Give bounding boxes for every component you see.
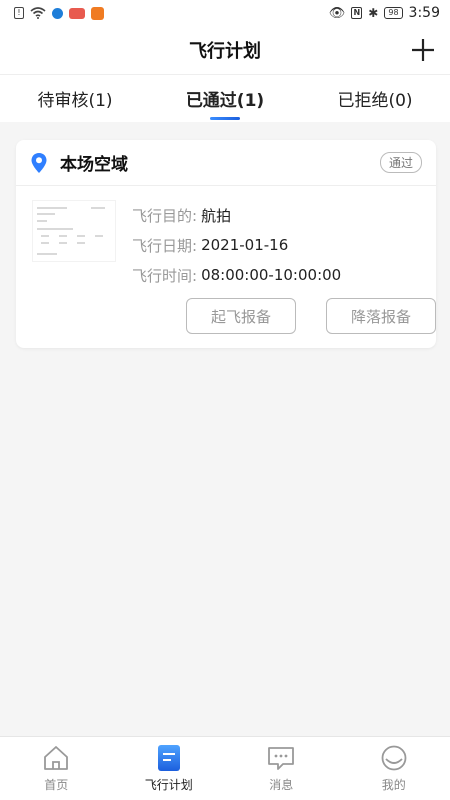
time-row: 飞行时间: 08:00:00-10:00:00 [132, 260, 341, 290]
notification-app-icon [69, 7, 85, 19]
add-plan-button[interactable] [408, 35, 438, 65]
takeoff-report-button[interactable]: 起飞报备 [186, 298, 296, 334]
nav-label: 首页 [44, 778, 69, 792]
purpose-row: 飞行目的: 航拍 [132, 200, 341, 230]
tab-label: 已通过(1) [185, 91, 265, 111]
date-label: 飞行日期: [132, 236, 198, 255]
battery-icon: 98 [384, 7, 403, 19]
card-body: 飞行目的: 航拍 飞行日期: 2021-01-16 飞行时间: 08:00:00… [16, 186, 436, 348]
nav-flight-plan[interactable]: 飞行计划 [113, 737, 226, 800]
plus-icon [412, 39, 434, 61]
tab-pending[interactable]: 待审核(1) [0, 75, 150, 122]
nav-messages[interactable]: 消息 [225, 737, 338, 800]
status-bar: ! 👁 N ✱ 98 3:59 [0, 0, 450, 26]
location-pin-icon [31, 152, 47, 173]
wifi-icon [30, 7, 46, 19]
home-icon [44, 746, 69, 770]
bottom-navigation: 首页 飞行计划 消息 我的 [0, 736, 450, 800]
nav-label: 飞行计划 [144, 778, 193, 792]
status-bar-right: 👁 N ✱ 98 3:59 [329, 5, 440, 21]
flight-plan-icon [157, 745, 180, 771]
purpose-value: 航拍 [201, 206, 232, 225]
nav-label: 我的 [381, 778, 406, 792]
clock: 3:59 [408, 5, 440, 21]
plan-thumbnail-image [32, 200, 116, 262]
message-icon [268, 747, 295, 770]
sim-alert-icon: ! [14, 7, 24, 19]
status-tabs: 待审核(1) 已通过(1) 已拒绝(0) [0, 74, 450, 122]
bluetooth-icon: ✱ [368, 6, 379, 20]
tab-label: 已拒绝(0) [337, 91, 413, 111]
browser-app-icon [52, 7, 63, 19]
airspace-title: 本场空域 [60, 155, 128, 175]
time-label: 飞行时间: [132, 266, 198, 285]
landing-report-button[interactable]: 降落报备 [326, 298, 436, 334]
status-bar-left: ! [14, 6, 104, 20]
page-title: 飞行计划 [189, 41, 261, 62]
app-header: 飞行计划 [0, 26, 450, 74]
purpose-label: 飞行目的: [132, 206, 198, 225]
tab-approved[interactable]: 已通过(1) [150, 75, 300, 122]
date-row: 飞行日期: 2021-01-16 [132, 230, 341, 260]
plan-info: 飞行目的: 航拍 飞行日期: 2021-01-16 飞行时间: 08:00:00… [132, 200, 341, 290]
card-header: 本场空域 通过 [16, 140, 436, 186]
nav-profile[interactable]: 我的 [338, 737, 450, 800]
status-badge: 通过 [379, 152, 422, 173]
active-tab-indicator [210, 117, 240, 120]
nav-home[interactable]: 首页 [0, 737, 113, 800]
tab-rejected[interactable]: 已拒绝(0) [300, 75, 450, 122]
time-value: 08:00:00-10:00:00 [201, 266, 342, 284]
profile-icon [381, 745, 407, 771]
nav-label: 消息 [269, 778, 294, 792]
video-app-icon [91, 6, 104, 20]
eye-comfort-icon: 👁 [328, 5, 346, 21]
tab-label: 待审核(1) [37, 91, 113, 111]
flight-plan-card[interactable]: 本场空域 通过 飞行目的: 航拍 飞行日期: 2021-01-16 飞行时间: … [16, 140, 436, 348]
date-value: 2021-01-16 [201, 236, 289, 254]
nfc-icon: N [351, 7, 363, 19]
